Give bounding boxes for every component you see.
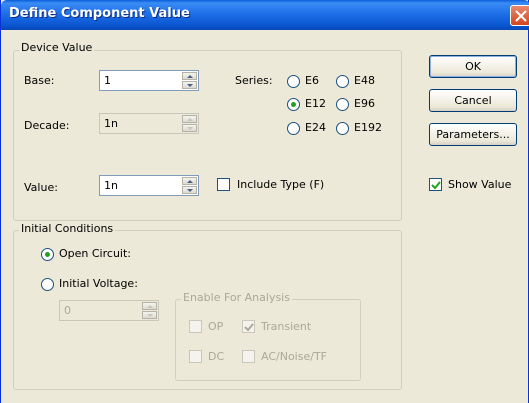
parameters-button[interactable]: Parameters... — [429, 123, 517, 146]
initial-voltage-down-arrow[interactable] — [142, 311, 157, 319]
series-e24-radio[interactable] — [287, 122, 300, 135]
close-icon — [515, 10, 527, 22]
series-e192-radio[interactable] — [336, 122, 349, 135]
check-mark-icon — [244, 323, 254, 332]
cancel-button[interactable]: Cancel — [429, 89, 517, 112]
initial-voltage-value: 0 — [64, 304, 71, 317]
series-e96-label: E96 — [354, 97, 375, 110]
op-label: OP — [208, 320, 224, 333]
window-title: Define Component Value — [9, 6, 190, 21]
series-e6-label: E6 — [305, 74, 319, 87]
value-label: Value: — [24, 181, 58, 194]
value-spinner[interactable]: 1n — [99, 175, 199, 196]
initial-voltage-label: Initial Voltage: — [59, 277, 138, 290]
decade-label: Decade: — [24, 119, 70, 132]
ok-button[interactable]: OK — [429, 55, 517, 78]
series-e192-label: E192 — [354, 121, 382, 134]
base-label: Base: — [24, 74, 55, 87]
value-up-arrow[interactable] — [182, 177, 197, 185]
dc-label: DC — [208, 350, 225, 363]
value-down-arrow[interactable] — [182, 186, 197, 194]
enable-for-analysis-title: Enable For Analysis — [181, 291, 292, 304]
check-mark-icon — [431, 181, 441, 190]
decade-spinner[interactable]: 1n — [99, 113, 199, 134]
series-e12-label: E12 — [305, 97, 326, 110]
base-value: 1 — [104, 74, 111, 87]
value-value: 1n — [104, 179, 118, 192]
decade-down-arrow[interactable] — [182, 124, 197, 132]
ac-noise-tf-label: AC/Noise/TF — [261, 350, 327, 363]
show-value-checkbox[interactable] — [429, 178, 442, 191]
transient-label: Transient — [261, 320, 312, 333]
series-e24-label: E24 — [305, 121, 326, 134]
series-label: Series: — [235, 74, 273, 87]
decade-up-arrow[interactable] — [182, 115, 197, 123]
decade-value: 1n — [104, 117, 118, 130]
base-down-arrow[interactable] — [182, 81, 197, 89]
series-e6-radio[interactable] — [287, 75, 300, 88]
show-value-label: Show Value — [448, 178, 512, 191]
initial-voltage-radio[interactable] — [41, 278, 54, 291]
dc-checkbox[interactable] — [189, 350, 202, 363]
define-component-value-dialog: Define Component Value Device Value Base… — [0, 0, 529, 403]
transient-checkbox[interactable] — [242, 320, 255, 333]
title-bar: Define Component Value — [1, 0, 529, 30]
device-value-title: Device Value — [19, 41, 95, 54]
include-type-checkbox[interactable] — [217, 178, 230, 191]
series-e48-label: E48 — [354, 74, 375, 87]
series-e48-radio[interactable] — [336, 75, 349, 88]
initial-conditions-title: Initial Conditions — [19, 222, 116, 235]
initial-voltage-spinner[interactable]: 0 — [59, 300, 159, 321]
base-up-arrow[interactable] — [182, 72, 197, 80]
series-e12-radio[interactable] — [287, 98, 300, 111]
ac-noise-tf-checkbox[interactable] — [242, 350, 255, 363]
open-circuit-radio[interactable] — [41, 248, 54, 261]
close-button[interactable] — [510, 5, 529, 26]
open-circuit-label: Open Circuit: — [59, 247, 131, 260]
op-checkbox[interactable] — [189, 320, 202, 333]
enable-for-analysis-group — [175, 299, 361, 381]
base-spinner[interactable]: 1 — [99, 70, 199, 91]
include-type-label: Include Type (F) — [237, 178, 325, 191]
series-e96-radio[interactable] — [336, 98, 349, 111]
initial-voltage-up-arrow[interactable] — [142, 302, 157, 310]
